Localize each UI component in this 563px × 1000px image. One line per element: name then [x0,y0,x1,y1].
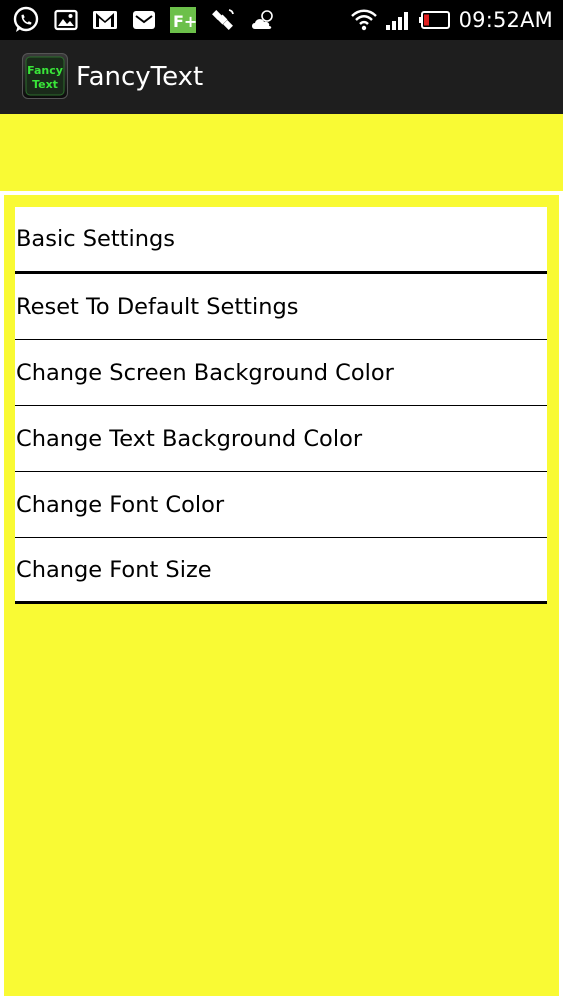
list-item-text-bg-color[interactable]: Change Text Background Color [15,406,547,472]
list-item-label: Basic Settings [16,226,176,252]
list-item-font-color[interactable]: Change Font Color [15,472,547,538]
top-yellow-band [0,114,563,191]
list-item-label: Change Font Size [16,556,212,583]
gmail-icon [92,9,118,31]
gallery-icon [54,8,78,32]
signal-icon [385,9,411,31]
list-item-reset-defaults[interactable]: Reset To Default Settings [15,274,547,340]
list-item-basic-settings[interactable]: Basic Settings [15,207,547,274]
clock: 09:52AM [458,8,553,32]
wifi-icon [350,9,377,31]
logo-text-text: Text [32,78,58,91]
email-icon [132,9,156,31]
settings-list: Basic Settings Reset To Default Settings… [15,207,547,604]
list-item-label: Reset To Default Settings [16,293,299,320]
weather-icon [250,8,278,32]
logo-text-fancy: Fancy [27,64,63,77]
list-item-label: Change Text Background Color [16,425,363,452]
list-item-font-size[interactable]: Change Font Size [15,538,547,604]
system-icons: 09:52AM [350,6,553,34]
action-bar: Fancy Text FancyText [0,40,563,114]
status-bar: F+ 09:52AM [0,0,563,40]
battery-icon [418,10,451,30]
list-item-screen-bg-color[interactable]: Change Screen Background Color [15,340,547,406]
feedly-icon: F+ [170,7,196,33]
list-item-label: Change Font Color [16,491,225,518]
whatsapp-icon [12,6,40,34]
svg-text:F+: F+ [173,12,196,31]
list-item-label: Change Screen Background Color [16,359,394,386]
app-logo-icon[interactable]: Fancy Text [22,53,68,99]
notification-icons: F+ [12,6,278,34]
app-title: FancyText [76,62,204,92]
satellite-icon [210,7,236,33]
